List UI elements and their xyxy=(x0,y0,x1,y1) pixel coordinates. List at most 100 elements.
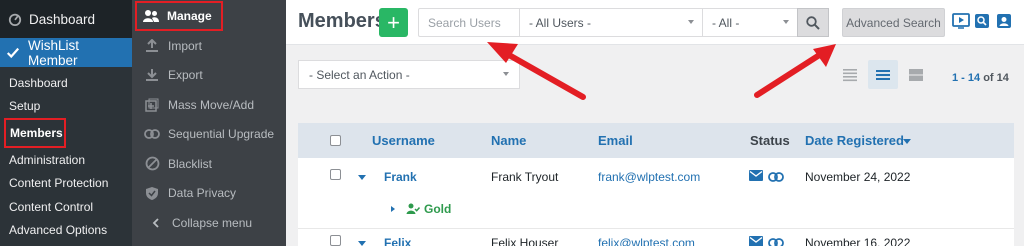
page-title: Members xyxy=(298,10,386,32)
col-date-registered[interactable]: Date Registered xyxy=(805,133,904,148)
row-email[interactable]: frank@wlptest.com xyxy=(598,170,700,184)
membership-level: Gold xyxy=(406,202,451,216)
bulk-action-value: - Select an Action - xyxy=(309,67,410,82)
list-icon xyxy=(876,69,890,80)
nav-collapse-label: Collapse menu xyxy=(172,215,253,230)
ban-icon xyxy=(144,156,160,172)
nav-import-label: Import xyxy=(168,38,203,53)
support-user-icon[interactable] xyxy=(996,13,1014,31)
wp-admin-sidebar: Dashboard WishList Member Dashboard Setu… xyxy=(0,0,132,246)
row-username[interactable]: Felix xyxy=(384,236,411,246)
wp-menu-dashboard[interactable]: Dashboard xyxy=(0,0,132,38)
chevron-down-icon xyxy=(503,72,509,76)
import-icon xyxy=(144,38,160,54)
mass-move-icon xyxy=(144,97,160,113)
nav-manage[interactable]: Manage xyxy=(135,1,223,31)
expand-row-icon[interactable] xyxy=(358,241,366,246)
row-name: Felix Houser xyxy=(491,236,559,246)
row-date-registered: November 24, 2022 xyxy=(805,170,911,184)
nav-blacklist-label: Blacklist xyxy=(168,156,213,171)
wp-menu-wishlist-member[interactable]: WishList Member xyxy=(0,37,132,68)
users-filter-select[interactable]: - All Users - xyxy=(519,8,703,37)
chevron-down-icon xyxy=(783,20,789,24)
list-view-button[interactable] xyxy=(868,60,898,89)
table-row: Frank Frank Tryout frank@wlptest.com Nov… xyxy=(298,158,1014,228)
link-status-icon xyxy=(768,237,784,246)
shield-icon xyxy=(144,185,160,201)
expand-levels-icon[interactable] xyxy=(391,206,395,212)
nav-data-privacy[interactable]: Data Privacy xyxy=(132,179,286,209)
nav-import[interactable]: Import xyxy=(132,31,286,61)
nav-blacklist[interactable]: Blacklist xyxy=(132,149,286,179)
nav-data-privacy-label: Data Privacy xyxy=(168,186,237,201)
nav-mass-move-label: Mass Move/Add xyxy=(168,97,255,112)
add-member-button[interactable]: + xyxy=(379,8,408,37)
export-icon xyxy=(144,67,160,83)
table-header: Username Name Email Status Date Register… xyxy=(298,123,1014,158)
search-users-input[interactable] xyxy=(418,8,520,37)
members-header: Members + - All Users - - All - Advanced… xyxy=(286,0,1024,45)
membership-level-name: Gold xyxy=(424,202,452,216)
submenu-content-control[interactable]: Content Control xyxy=(0,195,132,219)
col-username[interactable]: Username xyxy=(372,133,435,148)
main-content: Members + - All Users - - All - Advanced… xyxy=(286,0,1024,246)
row-email[interactable]: felix@wlptest.com xyxy=(598,236,695,246)
wp-menu-dashboard-label: Dashboard xyxy=(29,11,96,27)
row-name: Frank Tryout xyxy=(491,170,559,184)
select-all-checkbox[interactable] xyxy=(330,135,341,146)
members-table: Username Name Email Status Date Register… xyxy=(298,123,1014,246)
submenu-dashboard[interactable]: Dashboard xyxy=(0,71,132,95)
compact-view-button[interactable] xyxy=(835,60,865,89)
submenu-content-protection[interactable]: Content Protection xyxy=(0,172,132,196)
sort-desc-icon[interactable] xyxy=(903,139,911,144)
wp-menu-wishlist-member-label: WishList Member xyxy=(27,37,79,68)
search-docs-icon[interactable] xyxy=(974,13,992,31)
expanded-list-icon xyxy=(909,68,923,81)
nav-export-label: Export xyxy=(168,68,203,83)
expand-row-icon[interactable] xyxy=(358,175,366,180)
nav-mass-move-add[interactable]: Mass Move/Add xyxy=(132,90,286,120)
compact-list-icon xyxy=(843,68,857,81)
submenu-members[interactable]: Members xyxy=(4,118,66,148)
checkmark-icon xyxy=(6,47,20,58)
status-filter-value: - All - xyxy=(712,15,740,30)
wp-submenu: Dashboard Setup Members Administration C… xyxy=(0,67,132,246)
row-username[interactable]: Frank xyxy=(384,170,417,184)
nav-export[interactable]: Export xyxy=(132,61,286,91)
search-icon xyxy=(806,15,820,30)
pager-range: 1 - 14 xyxy=(952,72,981,84)
submenu-administration[interactable]: Administration xyxy=(0,148,132,172)
users-filter-value: - All Users - xyxy=(529,15,592,30)
link-icon xyxy=(144,126,160,142)
email-status-icon xyxy=(749,170,763,184)
expanded-view-button[interactable] xyxy=(901,60,931,89)
email-status-icon xyxy=(749,236,763,246)
wlm-members-nav: Manage Import Export Mass Move/Add Seque… xyxy=(132,0,286,246)
row-checkbox[interactable] xyxy=(330,235,341,246)
col-name[interactable]: Name xyxy=(491,133,526,148)
row-checkbox[interactable] xyxy=(330,169,341,180)
link-status-icon xyxy=(768,171,784,185)
pager-total: of 14 xyxy=(983,72,1009,84)
chevron-left-icon xyxy=(148,215,164,231)
status-filter-select[interactable]: - All - xyxy=(702,8,798,37)
nav-sequential-upgrade[interactable]: Sequential Upgrade xyxy=(132,120,286,150)
search-button[interactable] xyxy=(797,8,829,37)
submenu-advanced-options[interactable]: Advanced Options xyxy=(0,219,132,243)
pagination-info: 1 - 14 of 14 xyxy=(952,72,1009,84)
advanced-search-button[interactable]: Advanced Search xyxy=(842,8,945,37)
col-email[interactable]: Email xyxy=(598,133,633,148)
user-check-icon xyxy=(406,203,420,214)
view-mode-buttons xyxy=(835,60,931,89)
help-icons xyxy=(952,13,1014,31)
video-help-icon[interactable] xyxy=(952,13,970,31)
bulk-action-select[interactable]: - Select an Action - xyxy=(298,60,520,89)
col-status: Status xyxy=(750,133,790,148)
nav-manage-label: Manage xyxy=(167,9,212,23)
nav-sequential-upgrade-label: Sequential Upgrade xyxy=(168,127,275,142)
dashboard-icon xyxy=(8,13,22,26)
nav-collapse-menu[interactable]: Collapse menu xyxy=(132,208,286,238)
users-icon xyxy=(143,8,159,24)
submenu-setup[interactable]: Setup xyxy=(0,95,132,119)
chevron-down-icon xyxy=(688,20,694,24)
